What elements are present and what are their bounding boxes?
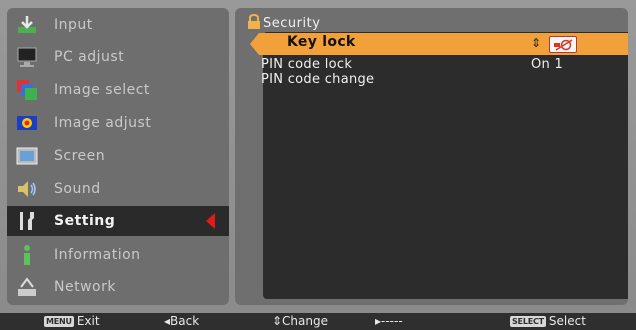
menu-item-label: Sound xyxy=(54,181,101,197)
security-panel: Security Key lock ⇕ PIN code lock On 1 P… xyxy=(235,8,628,305)
sound-icon xyxy=(15,177,39,201)
image-select-icon xyxy=(15,78,39,102)
menu-item-label: PC adjust xyxy=(54,49,125,65)
setting-icon xyxy=(15,209,39,233)
menu-item-screen[interactable]: Screen xyxy=(7,141,229,171)
menu-item-label: Network xyxy=(54,279,116,295)
lock-icon xyxy=(247,13,261,33)
network-icon xyxy=(15,275,39,299)
footer-select: SELECT Select xyxy=(510,314,586,328)
menu-item-image-select[interactable]: Image select xyxy=(7,75,229,105)
menu-item-information[interactable]: Information xyxy=(7,240,229,270)
footer-change-label: ⇕Change xyxy=(272,314,328,328)
information-icon xyxy=(15,243,39,267)
footer-next: ▸----- xyxy=(375,314,403,328)
panel-title: Security xyxy=(247,13,321,33)
footer-change: ⇕Change xyxy=(272,314,328,328)
pin-code-lock-value: On 1 xyxy=(531,57,564,72)
footer-exit-label: Exit xyxy=(76,314,100,328)
footer-exit: MENU Exit xyxy=(44,314,100,328)
footer-hint-bar: MENU Exit ◂Back ⇕Change ▸----- SELECT Se… xyxy=(0,313,636,330)
up-down-icon: ⇕ xyxy=(531,36,542,50)
selected-row-arrow-icon xyxy=(250,33,259,55)
menu-item-input[interactable]: Input xyxy=(7,10,229,40)
key-lock-label: Key lock xyxy=(287,34,356,50)
selected-arrow-icon xyxy=(206,213,215,229)
pin-code-lock-label[interactable]: PIN code lock xyxy=(261,57,352,72)
footer-select-label: Select xyxy=(548,314,586,328)
pc-adjust-icon xyxy=(15,45,39,69)
menu-item-label: Screen xyxy=(54,148,106,164)
select-key-badge: SELECT xyxy=(510,315,546,327)
menu-key-badge: MENU xyxy=(44,315,74,327)
footer-next-label: ▸----- xyxy=(375,314,403,328)
menu-item-label: Input xyxy=(54,17,93,33)
footer-back-label: ◂Back xyxy=(164,314,200,328)
menu-row-key-lock[interactable]: Key lock ⇕ xyxy=(250,33,628,55)
menu-item-label: Information xyxy=(54,247,141,263)
panel-title-text: Security xyxy=(263,15,321,31)
menu-item-sound[interactable]: Sound xyxy=(7,174,229,204)
menu-item-image-adjust[interactable]: Image adjust xyxy=(7,108,229,138)
menu-item-label: Setting xyxy=(54,213,116,229)
menu-item-pc-adjust[interactable]: PC adjust xyxy=(7,42,229,72)
screen-icon xyxy=(15,144,39,168)
menu-item-setting[interactable]: Setting xyxy=(7,206,229,236)
image-adjust-icon xyxy=(15,111,39,135)
main-menu: Input PC adjust Image select Image adjus… xyxy=(7,8,229,305)
projector-osd-screen: Input PC adjust Image select Image adjus… xyxy=(0,0,636,330)
input-icon xyxy=(15,13,39,37)
footer-back: ◂Back xyxy=(164,314,199,328)
pin-code-change-label[interactable]: PIN code change xyxy=(261,72,374,87)
menu-item-label: Image adjust xyxy=(54,115,152,131)
key-lock-off-icon xyxy=(549,36,577,53)
menu-item-label: Image select xyxy=(54,82,150,98)
menu-item-network[interactable]: Network xyxy=(7,272,229,302)
